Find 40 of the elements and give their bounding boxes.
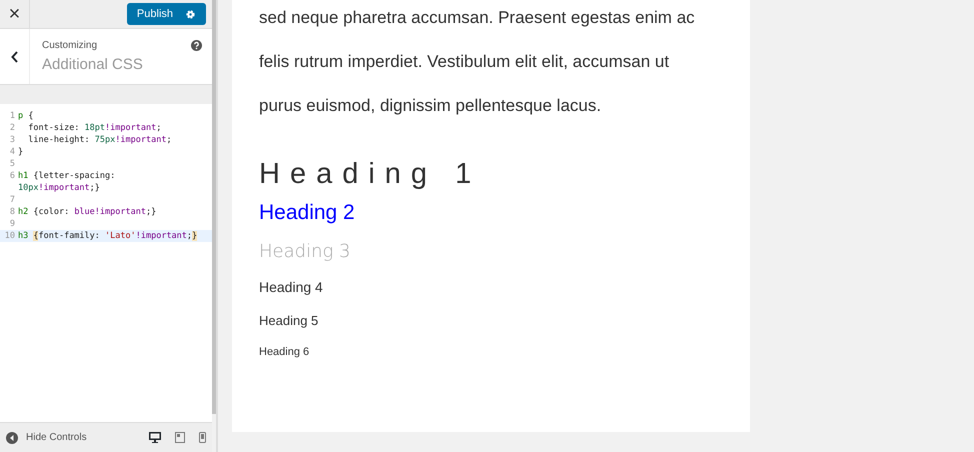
heading: Heading 4 bbox=[259, 278, 323, 296]
line-number: 9 bbox=[8, 218, 16, 230]
close-button[interactable]: × bbox=[0, 0, 30, 28]
section-context: Customizing bbox=[42, 40, 98, 52]
line-number: 3 bbox=[8, 134, 16, 146]
code-line: h2 {color: blue!important;} bbox=[18, 206, 158, 218]
section-title: Additional CSS bbox=[42, 55, 144, 75]
code-editor[interactable]: 1 p { 2 font-size: 18pt!important; 3 line-height: 75px!important; 4 } 5 6 h1 {letter-spacing: 10px!important;} 7 8 h2 {color: blue!important;} 9 10 h3 {font-family: 'Lato'!important;} bbox=[0, 104, 212, 422]
mobile-preview-icon[interactable] bbox=[199, 432, 206, 443]
back-icon bbox=[10, 50, 18, 62]
heading: Heading 1 bbox=[259, 157, 482, 192]
line-number: 10 bbox=[4, 230, 16, 242]
heading: Heading 2 bbox=[259, 200, 355, 226]
heading: Heading 6 bbox=[259, 345, 310, 359]
paragraph-line: purus euismod, dignissim pellentesque lacus. bbox=[259, 95, 602, 117]
paragraph-line: sed neque pharetra accumsan. Praesent egestas enim ac bbox=[259, 7, 696, 29]
code-line: line-height: 75px!important; bbox=[27, 134, 173, 146]
publish-button[interactable]: Publish bbox=[126, 3, 206, 25]
tablet-preview-icon[interactable] bbox=[175, 432, 185, 443]
code-line: } bbox=[18, 146, 24, 158]
help-icon[interactable] bbox=[191, 40, 202, 51]
hide-controls-button[interactable]: Hide Controls bbox=[6, 430, 87, 445]
collapse-icon bbox=[6, 432, 18, 444]
heading: Heading 3 bbox=[259, 240, 350, 264]
code-line: h3 {font-family: 'Lato'!important;} bbox=[18, 230, 198, 242]
line-number: 2 bbox=[8, 122, 16, 134]
line-number: 6 bbox=[8, 170, 16, 183]
scrollbar[interactable] bbox=[212, 0, 216, 414]
line-number: 1 bbox=[8, 110, 16, 122]
code-line: p { bbox=[18, 110, 34, 122]
code-line: h1 {letter-spacing: 10px!important;} bbox=[18, 170, 116, 194]
line-number: 5 bbox=[8, 158, 16, 170]
line-number: 8 bbox=[8, 206, 16, 218]
line-number: 7 bbox=[8, 194, 16, 206]
paragraph-line: felis rutrum imperdiet. Vestibulum elit elit, accumsan ut bbox=[259, 51, 670, 73]
heading: Heading 5 bbox=[259, 312, 318, 329]
code-line: font-size: 18pt!important; bbox=[27, 122, 162, 134]
settings-icon bbox=[185, 8, 196, 20]
desktop-preview-icon[interactable] bbox=[149, 432, 161, 443]
line-number: 4 bbox=[8, 146, 16, 158]
